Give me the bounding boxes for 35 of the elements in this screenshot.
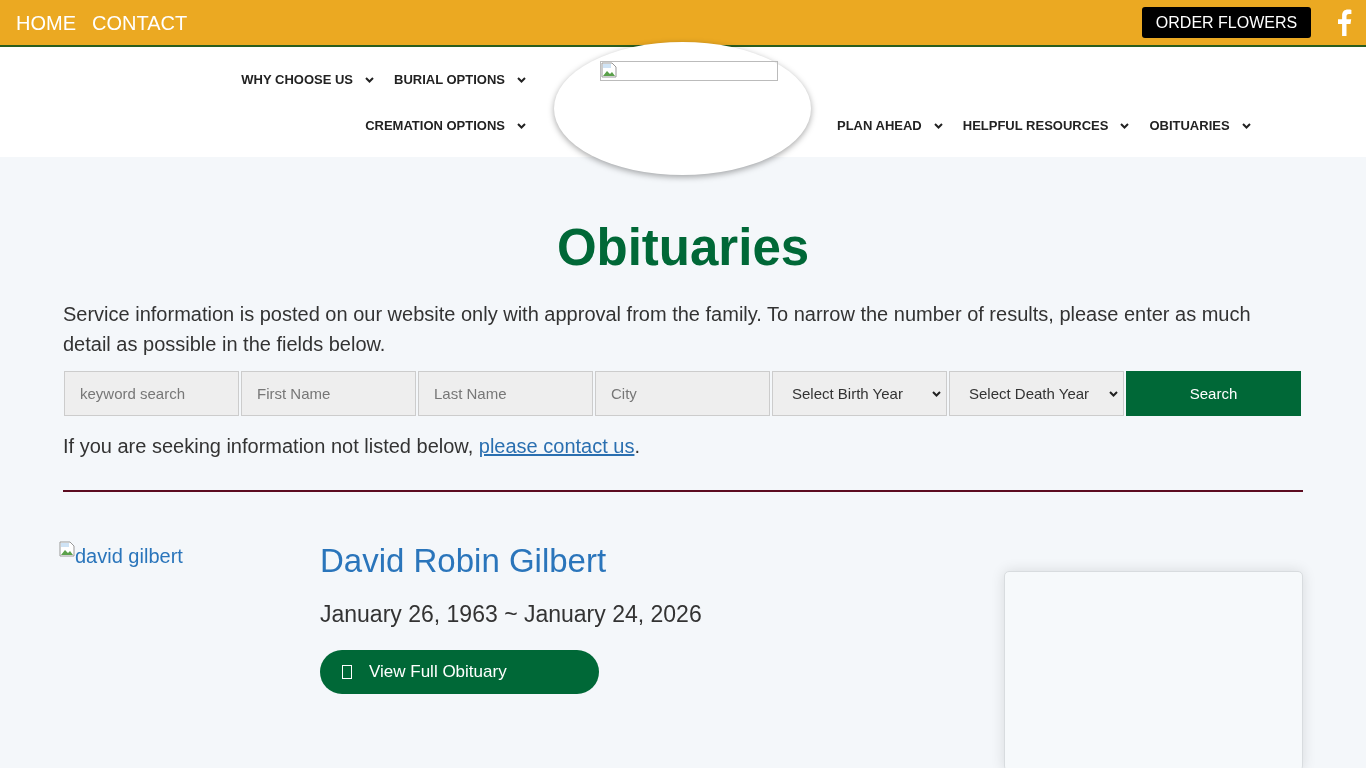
year-select[interactable]: Select Death Year [949, 371, 1124, 416]
facebook-icon [1336, 9, 1352, 36]
search-input[interactable]: Last Name [418, 371, 593, 416]
search-button[interactable]: Search [1126, 371, 1301, 416]
chevron-down-icon [933, 123, 943, 129]
chevron-down-icon [365, 77, 374, 83]
facebook-link[interactable] [1336, 9, 1352, 36]
year-select[interactable]: Select Birth Year [772, 371, 947, 416]
view-obituary-button[interactable]: View Full Obituary [320, 650, 599, 694]
nav-menu-item[interactable]: PLAN AHEAD [827, 117, 953, 135]
photo-alt-text: david gilbert [75, 544, 183, 568]
nav-menu-item[interactable]: WHY CHOOSE US [231, 71, 384, 89]
chevron-down-icon [517, 123, 526, 129]
page-title: Obituaries [555, 218, 811, 278]
order-flowers-button[interactable]: ORDER FLOWERS [1142, 7, 1311, 38]
chevron-down-icon [517, 77, 526, 83]
broken-image-icon [59, 541, 75, 557]
nav-menu-item[interactable]: OBITUARIES [1139, 117, 1261, 135]
obituary-dates: January 26, 1963 ~ January 24, 2026 [320, 600, 702, 629]
glyph-box-icon [342, 665, 352, 679]
nav-menu-item[interactable]: HELPFUL RESOURCES [952, 117, 1140, 135]
search-input[interactable]: keyword search [64, 371, 239, 416]
broken-image-icon [601, 62, 617, 78]
contact-note: If you are seeking information not listed below, please contact us. [63, 434, 641, 459]
contact-link[interactable]: please contact us [478, 435, 635, 457]
chevron-down-icon [1120, 123, 1130, 129]
chevron-down-icon [932, 390, 941, 397]
search-input[interactable]: City [595, 371, 770, 416]
search-input[interactable]: First Name [241, 371, 416, 416]
intro-text: Service information is posted on our website only with approval from the family. To narrow the number of results, please enter as much detail as possible in the fields below. [63, 302, 1252, 357]
nav-menu-item[interactable]: BURIAL OPTIONS [384, 71, 536, 89]
obituary-name-link[interactable]: David Robin Gilbert [320, 541, 607, 581]
nav-menu-item[interactable]: CREMATION OPTIONS [355, 117, 536, 135]
chevron-down-icon [1241, 123, 1251, 129]
chevron-down-icon [1109, 390, 1118, 397]
